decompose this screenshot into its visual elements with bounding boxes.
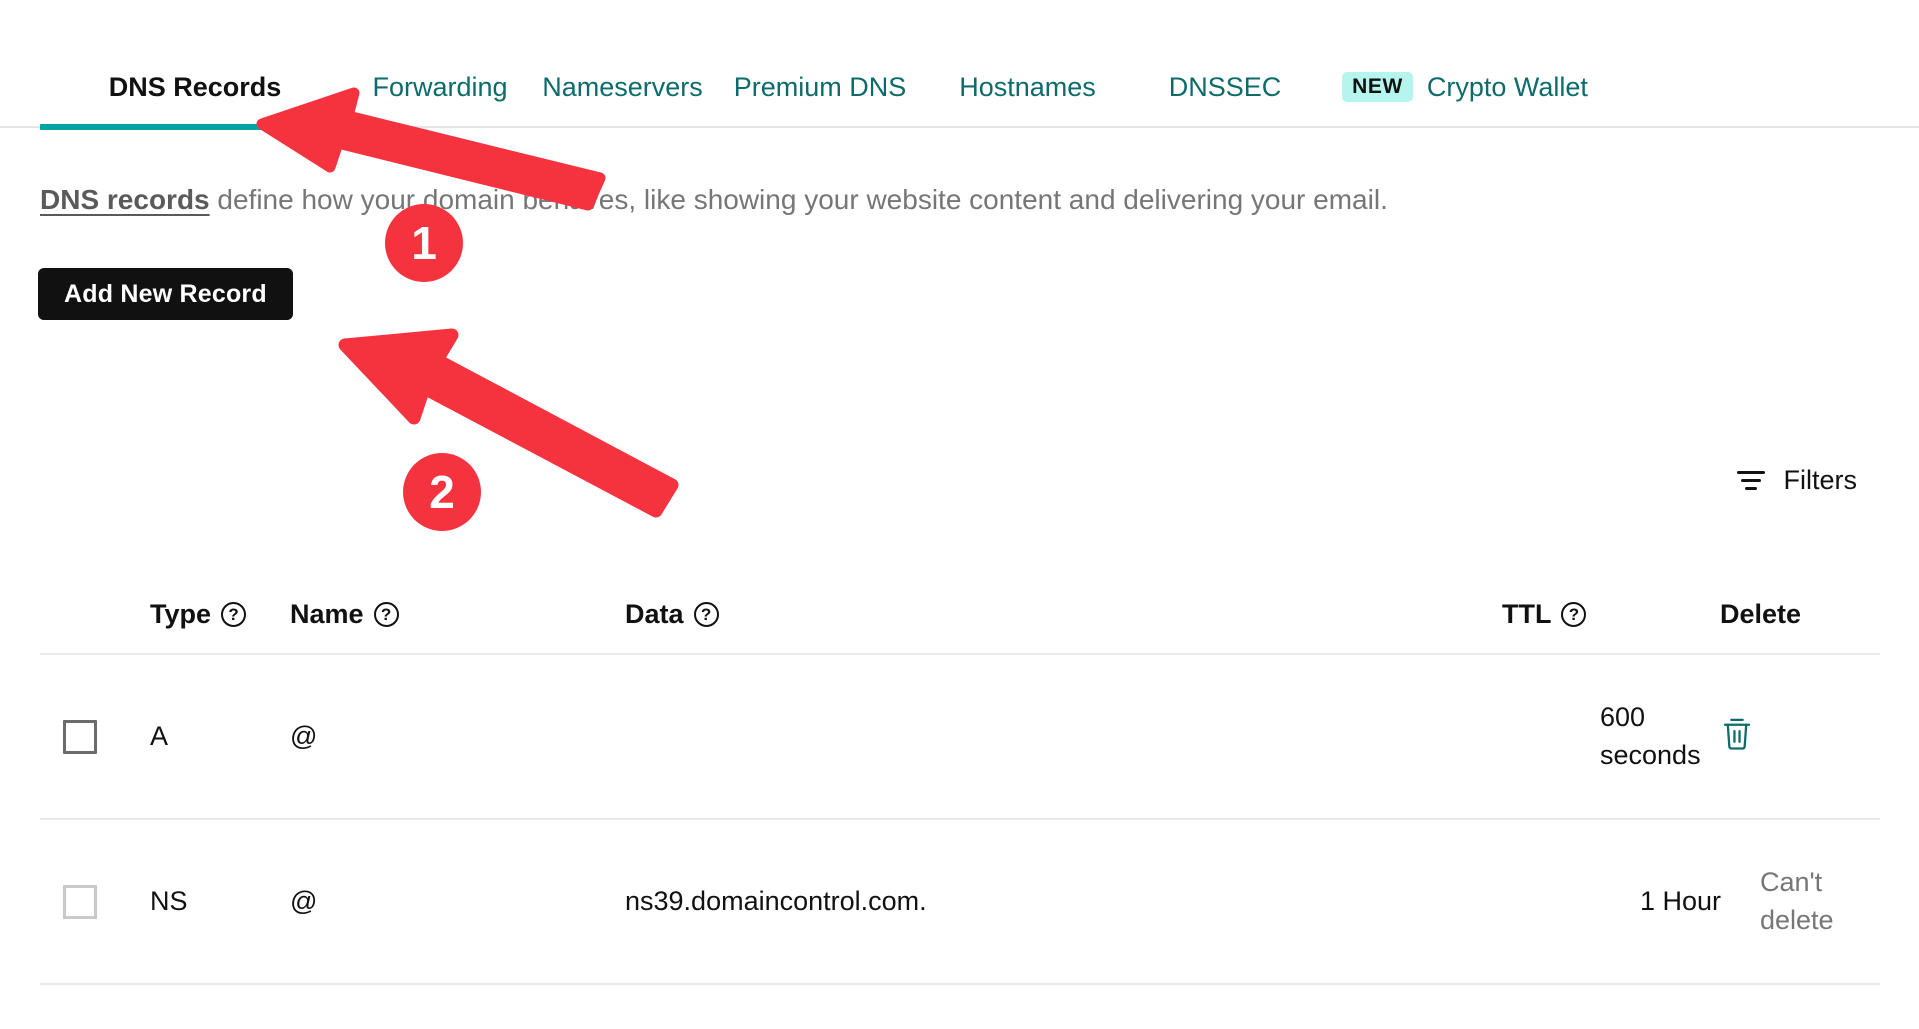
- annotation-badge-2: 2: [403, 453, 481, 531]
- row-type: NS: [150, 885, 188, 916]
- tab-hostnames-label: Hostnames: [959, 71, 1096, 102]
- row-data: ns39.domaincontrol.com.: [625, 885, 927, 916]
- tab-hostnames[interactable]: Hostnames: [925, 40, 1130, 128]
- dns-tab-bar: DNS Records Forwarding Nameservers Premi…: [0, 40, 1919, 130]
- add-new-record-button[interactable]: Add New Record: [38, 268, 293, 320]
- table-row: A @ 600 seconds: [40, 655, 1880, 820]
- header-type: Type ?: [150, 599, 290, 630]
- tab-dns-records-label: DNS Records: [108, 71, 282, 102]
- table-row: NS @ ns39.domaincontrol.com. 1 Hour Can'…: [40, 820, 1880, 985]
- header-name: Name ?: [290, 599, 625, 630]
- trash-icon[interactable]: [1720, 715, 1754, 758]
- ttl-help-icon[interactable]: ?: [1561, 601, 1587, 627]
- header-delete-label: Delete: [1720, 598, 1802, 629]
- page-description: DNS records define how your domain behav…: [40, 182, 1388, 218]
- tab-dns-records[interactable]: DNS Records: [40, 40, 350, 130]
- header-ttl: TTL ?: [1502, 599, 1720, 630]
- row-name: @: [290, 720, 318, 751]
- tab-dnssec-label: DNSSEC: [1168, 71, 1282, 102]
- row-delete-cell: [1720, 715, 1880, 758]
- tab-forwarding-label: Forwarding: [372, 71, 508, 102]
- row-select-cell: [40, 719, 150, 754]
- tab-nameservers[interactable]: Nameservers: [530, 40, 715, 128]
- header-data-label: Data: [625, 598, 684, 629]
- annotation-arrow-2: [338, 328, 679, 518]
- tab-forwarding[interactable]: Forwarding: [350, 40, 530, 128]
- header-ttl-label: TTL: [1502, 598, 1552, 629]
- header-name-label: Name: [290, 598, 364, 629]
- dns-records-link[interactable]: DNS records: [40, 184, 210, 215]
- tab-premium-dns-label: Premium DNS: [733, 71, 907, 102]
- row-checkbox[interactable]: [63, 884, 97, 919]
- row-select-cell: [40, 884, 150, 919]
- name-help-icon[interactable]: ?: [373, 601, 399, 627]
- row-checkbox[interactable]: [63, 719, 97, 754]
- row-ttl: 1 Hour: [1640, 885, 1722, 916]
- header-type-label: Type: [150, 598, 212, 629]
- page-description-text: define how your domain behaves, like sho…: [209, 184, 1388, 215]
- filters-button[interactable]: Filters: [1736, 465, 1858, 496]
- tab-crypto-wallet[interactable]: NEW Crypto Wallet: [1320, 40, 1610, 128]
- tab-crypto-wallet-label: Crypto Wallet: [1426, 71, 1588, 102]
- tab-premium-dns[interactable]: Premium DNS: [715, 40, 925, 128]
- data-help-icon[interactable]: ?: [693, 601, 719, 627]
- dns-management-page: DNS Records Forwarding Nameservers Premi…: [0, 0, 1919, 1029]
- type-help-icon[interactable]: ?: [221, 601, 247, 627]
- header-delete: Delete: [1720, 599, 1880, 630]
- active-tab-underline: [40, 124, 350, 130]
- header-data: Data ?: [625, 599, 1502, 630]
- row-ttl: 600 seconds: [1600, 702, 1701, 770]
- row-type: A: [150, 720, 169, 751]
- tab-nameservers-label: Nameservers: [542, 71, 703, 102]
- dns-records-table: Type ? Name ? Data ? TTL ? Delete A @ 60…: [40, 575, 1880, 985]
- filters-label: Filters: [1783, 465, 1858, 495]
- row-name: @: [290, 885, 318, 916]
- row-delete-disabled-label: Can't delete: [1760, 867, 1834, 935]
- filter-icon: [1736, 471, 1766, 490]
- table-header-row: Type ? Name ? Data ? TTL ? Delete: [40, 575, 1880, 655]
- new-badge: NEW: [1342, 72, 1413, 102]
- tab-dnssec[interactable]: DNSSEC: [1130, 40, 1320, 128]
